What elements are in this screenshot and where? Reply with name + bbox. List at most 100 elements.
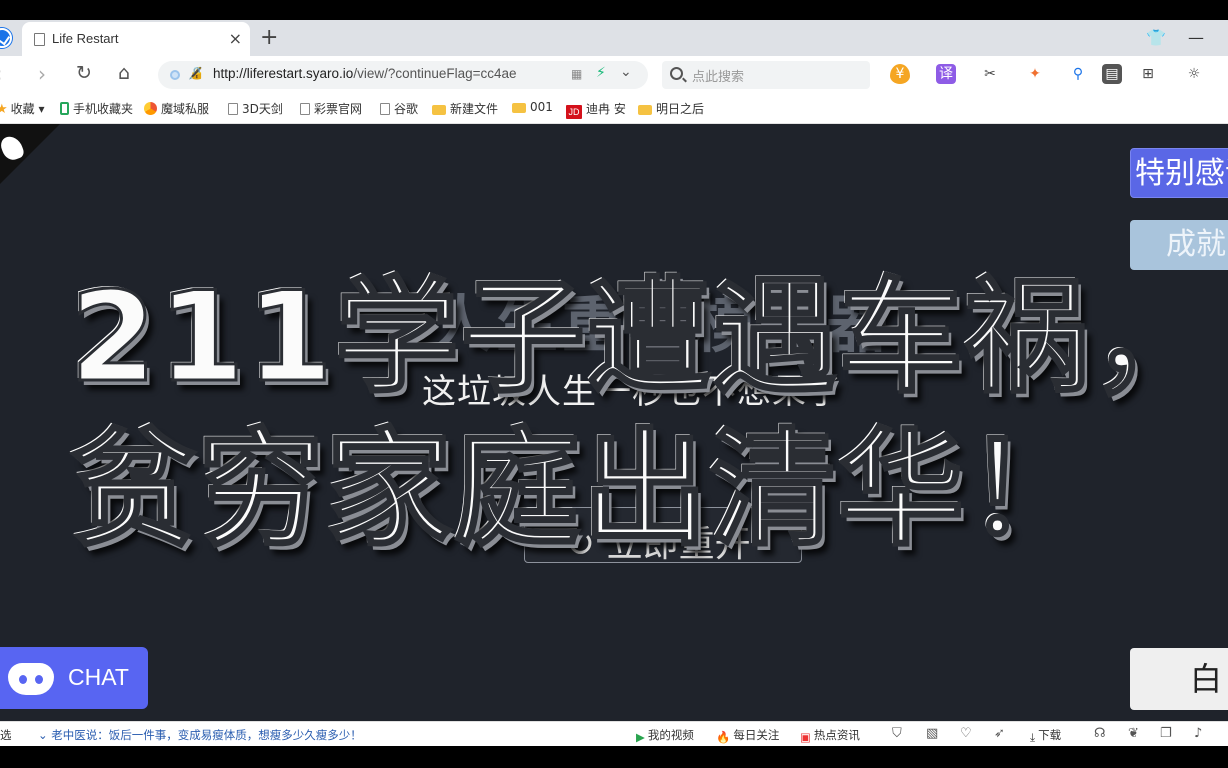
folder-icon [638, 105, 652, 115]
url-host: http://liferestart.syaro.io [213, 66, 354, 81]
download-link[interactable]: ⤓ 下载 [1030, 727, 1061, 745]
bookmark-new-folder[interactable]: 新建文件 [432, 100, 498, 117]
discord-chat-button[interactable]: CHAT [0, 647, 148, 709]
letterbox-top [0, 0, 1228, 20]
theme-white-button[interactable]: 白 [1130, 648, 1228, 710]
reload-button[interactable]: ↻ [76, 62, 92, 84]
volume-icon[interactable]: ♪ [1194, 726, 1202, 741]
translate-icon[interactable]: 译 [936, 64, 956, 84]
hot-news-link[interactable]: ▣ 热点资讯 [800, 727, 860, 744]
phone-icon [60, 102, 69, 115]
flame-icon: 🔥 [716, 730, 731, 744]
bookmark-label: 明日之后 [656, 102, 705, 116]
minimize-button[interactable]: — [1188, 28, 1204, 47]
search-placeholder: 点此搜索 [692, 70, 745, 85]
news-text: 老中医说：饭后一件事，变成易瘦体质，想瘦多少久瘦多少！ [51, 728, 362, 742]
image-icon[interactable]: ▧ [926, 726, 938, 741]
screen: Life Restart × + 👕 — ‹ › ↻ ⌂ 🔏 http://li… [0, 0, 1228, 768]
back-button[interactable]: ‹ [0, 62, 2, 86]
letterbox-bottom [0, 746, 1228, 768]
forward-button[interactable]: › [38, 62, 46, 86]
shield-icon[interactable]: ⛉ [892, 726, 902, 741]
download-icon: ⤓ [1030, 730, 1036, 744]
page-content: 人生重开模拟器 这垃圾人生一秒也不想呆了 ↻ 立即重开 特别感谢 成就 白 CH… [0, 124, 1228, 721]
site-info-icon[interactable] [170, 70, 180, 80]
heart-icon[interactable]: ♡ [960, 726, 972, 741]
shirt-icon[interactable]: 👕 [1146, 28, 1166, 47]
status-left-text[interactable]: 选 [0, 727, 12, 743]
bookmark-label: 谷歌 [394, 102, 419, 116]
address-bar[interactable]: 🔏 http://liferestart.syaro.io/view/?cont… [158, 61, 648, 89]
bookmark-mobile[interactable]: 手机收藏夹 [60, 100, 133, 117]
folder-icon [432, 105, 446, 115]
bookmark-tomorrow[interactable]: 明日之后 [638, 100, 704, 117]
star-icon: ★ [0, 102, 8, 117]
bookmark-001[interactable]: 001 [512, 100, 553, 114]
bookmark-moyu[interactable]: 魔域私服 [144, 100, 209, 117]
tab-title: Life Restart [52, 31, 119, 46]
page-icon [380, 103, 390, 115]
discord-eye [35, 675, 43, 684]
daily-follow-link[interactable]: 🔥 每日关注 [716, 727, 779, 744]
bookmark-3d[interactable]: 3D天剑 [228, 100, 283, 117]
brightness-icon[interactable]: ☼ [1184, 64, 1204, 84]
tab-strip: Life Restart × + 👕 — [0, 20, 1228, 56]
daily-follow-label: 每日关注 [733, 728, 780, 742]
bookmark-google[interactable]: 谷歌 [380, 100, 418, 117]
news-icon: ▣ [800, 730, 811, 744]
chat-label: CHAT [68, 664, 129, 690]
page-icon [228, 103, 238, 115]
search-icon [670, 67, 683, 80]
page-icon [300, 103, 310, 115]
ball-icon [144, 102, 157, 115]
my-videos-label: 我的视频 [647, 728, 694, 742]
game-icon[interactable]: ✦ [1025, 64, 1045, 84]
download-label: 下载 [1038, 728, 1062, 742]
search-box[interactable]: 点此搜索 [662, 61, 870, 89]
bookmark-bar: ★ 收藏 ▾ 手机收藏夹 魔域私服 3D天剑 彩票官网 谷歌 新建文件 001 J… [0, 94, 1228, 124]
url-text[interactable]: http://liferestart.syaro.io/view/?contin… [213, 66, 517, 81]
special-thanks-button[interactable]: 特别感谢 [1130, 148, 1228, 198]
play-icon: ▶ [636, 730, 645, 744]
coin-shield-icon[interactable]: ¥ [890, 64, 910, 84]
bookmark-label: 魔域私服 [161, 102, 210, 116]
new-tab-button[interactable]: + [260, 25, 278, 50]
bookmark-favorites[interactable]: ★ 收藏 ▾ [0, 100, 45, 117]
rocket-icon[interactable]: ➶ [994, 726, 1005, 741]
tab-life-restart[interactable]: Life Restart × [22, 22, 250, 56]
overlay-caption-line-2: 贫穷家庭出清华！ [69, 415, 1094, 565]
window-icon[interactable]: ❐ [1160, 726, 1172, 741]
qr-code-icon[interactable]: ▦ [571, 67, 582, 81]
url-path: /view/?continueFlag=cc4ae [353, 66, 517, 81]
news-ticker[interactable]: ⌄ 老中医说：饭后一件事，变成易瘦体质，想瘦多少久瘦多少！ [38, 727, 362, 743]
bookmark-label: 新建文件 [450, 102, 499, 116]
magnifier-icon[interactable]: ⚲ [1068, 64, 1088, 84]
discord-icon [8, 663, 54, 695]
browser-logo-icon[interactable] [0, 28, 12, 48]
discord-eye [19, 675, 27, 684]
tab-close-icon[interactable]: × [229, 29, 242, 48]
reader-icon[interactable]: ▤ [1102, 64, 1122, 84]
hot-news-label: 热点资讯 [813, 728, 860, 742]
chevron-down-icon[interactable]: ⌄ [620, 64, 632, 80]
bookmark-label: 001 [530, 100, 553, 114]
bookmark-label: 收藏 [10, 102, 35, 116]
folder-icon [512, 103, 526, 113]
bookmark-label: 手机收藏夹 [73, 102, 134, 116]
security-icon[interactable]: 🔏 [188, 66, 203, 80]
bookmark-label: 迪冉 安 [586, 102, 626, 116]
bookmark-lottery[interactable]: 彩票官网 [300, 100, 362, 117]
page-icon [34, 33, 45, 46]
lightning-icon[interactable]: ⚡ [596, 65, 606, 81]
leaf-icon[interactable]: ❦ [1128, 726, 1139, 741]
bookmark-label: 彩票官网 [314, 102, 363, 116]
status-bar: 选 ⌄ 老中医说：饭后一件事，变成易瘦体质，想瘦多少久瘦多少！ ▶ 我的视频 🔥 每… [0, 721, 1228, 746]
apps-grid-icon[interactable]: ⊞ [1138, 64, 1158, 84]
toolbar: ‹ › ↻ ⌂ 🔏 http://liferestart.syaro.io/vi… [0, 56, 1228, 94]
headset-icon[interactable]: ☊ [1094, 726, 1106, 741]
scissors-icon[interactable]: ✂ [980, 64, 1000, 84]
home-button[interactable]: ⌂ [118, 62, 130, 84]
bookmark-jd[interactable]: JD 迪冉 安 [566, 100, 626, 119]
my-videos-link[interactable]: ▶ 我的视频 [636, 727, 694, 744]
bookmark-label: 3D天剑 [242, 102, 283, 116]
